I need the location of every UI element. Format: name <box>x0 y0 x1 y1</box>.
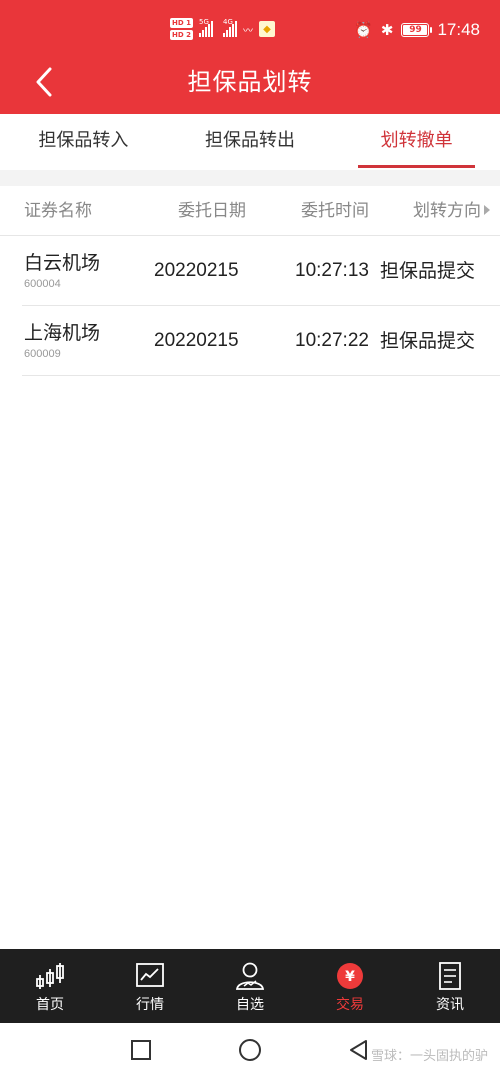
transfer-direction: 担保品提交 <box>380 330 476 352</box>
tab-collateral-out[interactable]: 担保品转出 <box>167 114 334 170</box>
security-name: 上海机场 <box>24 322 101 344</box>
nav-market[interactable]: 行情 <box>100 949 200 1023</box>
active-tab-indicator <box>358 165 476 168</box>
order-date: 20220215 <box>154 330 239 351</box>
nav-label: 自选 <box>236 997 264 1013</box>
col-security-name: 证券名称 <box>24 201 92 221</box>
hd1-badge: HD 1 <box>170 18 193 28</box>
watermark-text: 雪球：一头固执的驴 <box>370 1049 488 1064</box>
yen-circle-icon: ¥ <box>334 961 366 991</box>
security-code: 600009 <box>24 348 61 360</box>
candlestick-icon <box>34 961 66 991</box>
nav-label: 交易 <box>336 997 364 1013</box>
bluetooth-icon: ✱ <box>380 21 394 39</box>
system-nav-bar: 雪球：一头固执的驴 <box>0 1023 500 1076</box>
wifi-icon: 〰 <box>242 25 253 37</box>
table-row[interactable]: 白云机场 600004 20220215 10:27:13 担保品提交 <box>22 236 500 306</box>
tab-collateral-in[interactable]: 担保品转入 <box>0 114 167 170</box>
recent-apps-button[interactable] <box>126 1035 156 1065</box>
status-bar: HD 1 HD 2 5G 4G 〰 ◆ ⏰ ✱ 99 17:48 <box>0 0 500 58</box>
notification-app-icon: ◆ <box>258 21 275 37</box>
user-chart-icon <box>234 961 266 991</box>
signal-5g-icon: 5G <box>198 18 213 37</box>
security-name: 白云机场 <box>24 252 101 274</box>
nav-label: 资讯 <box>436 997 464 1013</box>
col-transfer-direction-label: 划转方向 <box>413 201 481 221</box>
order-time: 10:27:13 <box>295 260 369 281</box>
page-title: 担保品划转 <box>187 68 313 96</box>
security-code: 600004 <box>24 278 61 290</box>
hd-badges: HD 1 HD 2 <box>170 18 193 40</box>
tab-label: 担保品转入 <box>38 130 129 151</box>
tab-label: 担保品转出 <box>205 130 295 151</box>
nav-label: 行情 <box>136 997 164 1013</box>
nav-home[interactable]: 首页 <box>0 949 100 1023</box>
document-icon <box>434 961 466 991</box>
nav-label: 首页 <box>36 997 64 1013</box>
battery-icon: 99 <box>401 23 433 37</box>
bottom-nav: 首页 行情 自选 ¥ 交易 资讯 <box>0 949 500 1023</box>
section-divider <box>0 170 500 186</box>
col-order-date: 委托日期 <box>178 201 246 221</box>
status-right: ⏰ ✱ 99 17:48 <box>354 18 480 42</box>
nav-news[interactable]: 资讯 <box>400 949 500 1023</box>
col-transfer-direction[interactable]: 划转方向 <box>413 186 490 236</box>
hd2-badge: HD 2 <box>170 30 193 40</box>
tab-bar: 担保品转入 担保品转出 划转撤单 <box>0 114 500 170</box>
circle-icon <box>239 1039 261 1061</box>
net2-label: 4G <box>222 18 233 26</box>
tab-transfer-cancel[interactable]: 划转撤单 <box>333 114 500 170</box>
order-time: 10:27:22 <box>295 330 369 351</box>
table-row[interactable]: 上海机场 600009 20220215 10:27:22 担保品提交 <box>22 306 500 376</box>
order-date: 20220215 <box>154 260 239 281</box>
signal-4g-icon: 4G <box>222 18 237 37</box>
svg-text:¥: ¥ <box>345 969 355 985</box>
status-left: HD 1 HD 2 5G 4G 〰 ◆ <box>170 16 275 42</box>
nav-watchlist[interactable]: 自选 <box>200 949 300 1023</box>
triangle-back-icon <box>350 1040 367 1060</box>
tab-label: 划转撤单 <box>380 130 453 151</box>
watermark: 雪球：一头固执的驴 <box>371 1045 488 1064</box>
system-back-button[interactable] <box>343 1035 373 1065</box>
square-icon <box>131 1040 151 1060</box>
line-chart-icon <box>134 961 166 991</box>
col-order-time: 委托时间 <box>301 201 369 221</box>
status-time: 17:48 <box>437 20 480 39</box>
table-header: 证券名称 委托日期 委托时间 划转方向 <box>0 186 500 236</box>
nav-trade[interactable]: ¥ 交易 <box>300 949 400 1023</box>
home-button[interactable] <box>235 1035 265 1065</box>
net1-label: 5G <box>198 18 209 26</box>
battery-level: 99 <box>409 25 422 35</box>
scroll-right-arrow-icon <box>484 205 490 215</box>
transfer-direction: 担保品提交 <box>380 260 476 282</box>
alarm-icon: ⏰ <box>354 21 373 39</box>
header-bar: HD 1 HD 2 5G 4G 〰 ◆ ⏰ ✱ 99 17:48 担保品划转 <box>0 0 500 114</box>
